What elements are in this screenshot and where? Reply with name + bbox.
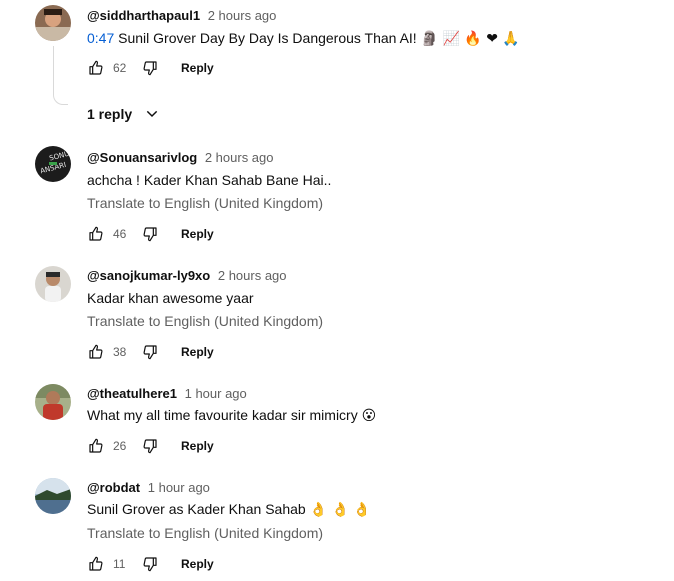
comment-body: What my all time favourite kadar sir mim… (87, 407, 358, 423)
comment-header: @sanojkumar-ly9xo 2 hours ago (87, 268, 287, 284)
dislike-icon (143, 61, 157, 76)
comment-body: Sunil Grover Day By Day Is Dangerous Tha… (118, 30, 417, 46)
comment-actions: 26 Reply (87, 434, 214, 458)
dislike-icon (143, 345, 157, 360)
timestamp-link[interactable]: 0:47 (87, 30, 114, 46)
avatar[interactable] (35, 5, 71, 41)
like-button[interactable] (87, 437, 105, 455)
comment-body: achcha ! Kader Khan Sahab Bane Hai.. (87, 172, 332, 188)
avatar[interactable]: SONU ANSARI (35, 146, 71, 182)
comment-actions: 62 Reply (87, 56, 214, 80)
dislike-button[interactable] (141, 555, 159, 573)
like-button[interactable] (87, 59, 105, 77)
reply-button[interactable]: Reply (181, 227, 214, 241)
chevron-down-icon (144, 106, 160, 122)
dislike-icon (143, 227, 157, 242)
like-icon (89, 60, 103, 75)
like-count: 38 (113, 345, 127, 359)
comment-actions: 11 Reply (87, 552, 214, 576)
translate-link[interactable]: Translate to English (United Kingdom) (87, 523, 323, 543)
dislike-button[interactable] (141, 343, 159, 361)
comment-emojis: 🗿 📈 🔥 ❤ 🙏 (420, 31, 520, 47)
replies-toggle[interactable]: 1 reply (87, 102, 160, 126)
like-count: 46 (113, 227, 127, 241)
reply-button[interactable]: Reply (181, 61, 214, 75)
reply-button[interactable]: Reply (181, 345, 214, 359)
avatar[interactable] (35, 266, 71, 302)
replies-label: 1 reply (87, 106, 133, 122)
dislike-button[interactable] (141, 59, 159, 77)
comment-actions: 46 Reply (87, 222, 214, 246)
reply-button[interactable]: Reply (181, 557, 214, 571)
like-icon (89, 344, 103, 359)
comment-emojis: 👌 👌 👌 (309, 502, 371, 518)
author-name[interactable]: @robdat (87, 480, 140, 495)
like-icon (89, 226, 103, 241)
dislike-button[interactable] (141, 437, 159, 455)
author-name[interactable]: @Sonuansarivlog (87, 150, 197, 165)
comment-body: Sunil Grover as Kader Khan Sahab (87, 501, 306, 517)
like-count: 62 (113, 61, 127, 75)
dislike-button[interactable] (141, 225, 159, 243)
comment-text: Sunil Grover as Kader Khan Sahab 👌 👌 👌 (87, 499, 371, 520)
author-name[interactable]: @siddharthapaul1 (87, 8, 200, 23)
comment-time[interactable]: 1 hour ago (185, 386, 247, 401)
comment-header: @robdat 1 hour ago (87, 480, 210, 496)
translate-link[interactable]: Translate to English (United Kingdom) (87, 193, 323, 213)
comment-time[interactable]: 2 hours ago (218, 268, 287, 283)
comment-time[interactable]: 2 hours ago (205, 150, 274, 165)
dislike-icon (143, 439, 157, 454)
like-count: 26 (113, 439, 127, 453)
dislike-icon (143, 557, 157, 572)
comment-body: Kadar khan awesome yaar (87, 290, 254, 306)
comment-time[interactable]: 1 hour ago (148, 480, 210, 495)
like-count: 11 (113, 557, 126, 571)
comment-actions: 38 Reply (87, 340, 214, 364)
like-button[interactable] (87, 225, 105, 243)
comment-time[interactable]: 2 hours ago (208, 8, 277, 23)
author-name[interactable]: @theatulhere1 (87, 386, 177, 401)
comment-header: @theatulhere1 1 hour ago (87, 386, 247, 402)
avatar[interactable] (35, 384, 71, 420)
author-name[interactable]: @sanojkumar-ly9xo (87, 268, 210, 283)
like-button[interactable] (87, 555, 105, 573)
comment-text: What my all time favourite kadar sir mim… (87, 405, 376, 426)
reply-button[interactable]: Reply (181, 439, 214, 453)
thread-line (53, 46, 68, 105)
translate-link[interactable]: Translate to English (United Kingdom) (87, 311, 323, 331)
avatar[interactable] (35, 478, 71, 514)
comment-header: @siddharthapaul1 2 hours ago (87, 8, 276, 24)
comment-text: 0:47 Sunil Grover Day By Day Is Dangerou… (87, 28, 520, 49)
like-icon (89, 438, 103, 453)
like-icon (89, 556, 103, 571)
comment-header: @Sonuansarivlog 2 hours ago (87, 150, 274, 166)
like-button[interactable] (87, 343, 105, 361)
comment-emojis: 😮 (361, 408, 377, 424)
